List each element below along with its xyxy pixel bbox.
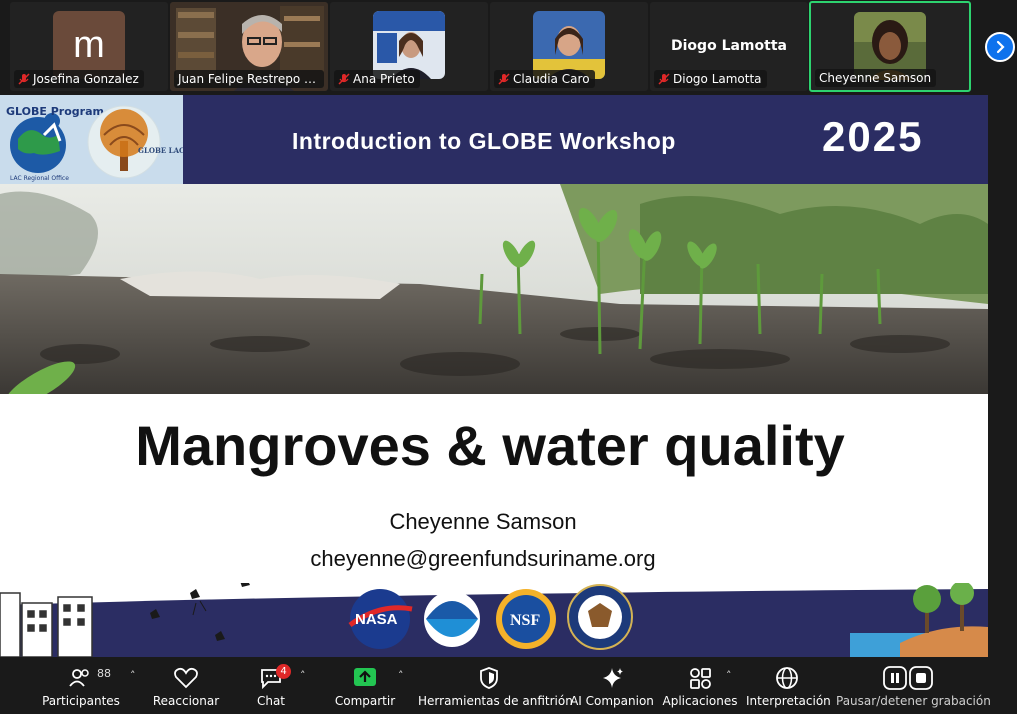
participant-name: Cheyenne Samson bbox=[819, 71, 932, 85]
record-control-button[interactable]: Pausar/detener grabación bbox=[836, 657, 991, 714]
apps-caret[interactable]: ˄ bbox=[726, 669, 732, 682]
share-caret[interactable]: ˄ bbox=[398, 669, 404, 682]
participant-namebar: Diogo Lamotta bbox=[654, 70, 767, 88]
city-illustration bbox=[0, 592, 93, 657]
participant-video bbox=[533, 11, 605, 79]
globe-program-logo: GLOBE Program LAC Regional Office GLOBE … bbox=[6, 105, 185, 182]
apps-button[interactable]: Aplicaciones bbox=[662, 657, 738, 714]
slide-email: cheyenne@greenfundsuriname.org bbox=[310, 546, 656, 571]
participant-tile-active[interactable]: Cheyenne Samson bbox=[809, 1, 971, 92]
slide-author: Cheyenne Samson bbox=[389, 509, 577, 534]
muted-mic-icon bbox=[338, 73, 350, 85]
react-label: Reaccionar bbox=[152, 694, 220, 708]
interpretation-label: Interpretación bbox=[746, 694, 831, 708]
next-page-button[interactable] bbox=[985, 32, 1015, 62]
chat-caret[interactable]: ˄ bbox=[300, 669, 306, 682]
chat-badge: 4 bbox=[276, 664, 291, 679]
participant-name: Ana Prieto bbox=[353, 72, 415, 86]
shield-icon bbox=[480, 667, 498, 689]
share-screen-icon bbox=[354, 668, 376, 686]
apps-icon bbox=[690, 668, 711, 689]
participants-button[interactable]: 88 Participantes bbox=[40, 657, 122, 714]
slide-header: GLOBE Program LAC Regional Office GLOBE … bbox=[0, 95, 988, 184]
host-tools-label: Herramientas de anfitrión bbox=[418, 694, 573, 708]
muted-mic-icon bbox=[658, 73, 670, 85]
meeting-toolbar: 88 Participantes ˄ Reaccionar 4 Chat ˄ C… bbox=[0, 657, 1017, 714]
shared-slide: GLOBE Program LAC Regional Office GLOBE … bbox=[0, 95, 988, 657]
participant-tile[interactable]: Diogo Lamotta Diogo Lamotta bbox=[650, 2, 808, 91]
state-department-seal bbox=[567, 584, 633, 650]
slide-main-title: Mangroves & water quality bbox=[135, 414, 845, 477]
participant-name: Josefina Gonzalez bbox=[33, 72, 139, 86]
share-label: Compartir bbox=[334, 694, 396, 708]
slide-header-title: Introduction to GLOBE Workshop bbox=[292, 128, 676, 154]
participant-namebar: Claudia Caro bbox=[494, 70, 595, 88]
participant-namebar: Cheyenne Samson bbox=[815, 69, 937, 87]
participant-namebar: Ana Prieto bbox=[334, 70, 420, 88]
participant-name: Juan Felipe Restrepo Me... bbox=[178, 72, 324, 86]
participant-tile[interactable]: m Josefina Gonzalez bbox=[10, 2, 168, 91]
apps-label: Aplicaciones bbox=[662, 694, 738, 708]
sparkle-icon bbox=[603, 668, 623, 688]
ai-companion-button[interactable]: AI Companion bbox=[570, 657, 654, 714]
muted-mic-icon bbox=[498, 73, 510, 85]
participant-strip: m Josefina Gonzalez Juan Felipe Restrepo… bbox=[0, 0, 1017, 95]
svg-text:LAC Regional Office: LAC Regional Office bbox=[10, 175, 69, 182]
participants-caret[interactable]: ˄ bbox=[130, 669, 136, 682]
participant-namebar: Juan Felipe Restrepo Me... bbox=[174, 70, 324, 88]
participant-display-name: Diogo Lamotta bbox=[671, 38, 787, 54]
chat-button[interactable]: 4 Chat bbox=[246, 657, 296, 714]
participants-count: 88 bbox=[97, 667, 111, 680]
mangrove-photo bbox=[0, 184, 988, 394]
participant-tile[interactable]: Claudia Caro bbox=[490, 2, 648, 91]
participant-avatar: m bbox=[53, 11, 125, 79]
heart-icon bbox=[174, 667, 198, 689]
participants-icon bbox=[69, 669, 89, 687]
pause-stop-icon bbox=[883, 666, 933, 690]
muted-mic-icon bbox=[18, 73, 30, 85]
logo-panel: GLOBE Program LAC Regional Office GLOBE … bbox=[0, 95, 185, 184]
react-button[interactable]: Reaccionar bbox=[150, 657, 222, 714]
chat-label: Chat bbox=[256, 694, 286, 708]
slide-footer: NASA NSF bbox=[0, 583, 988, 657]
participants-label: Participantes bbox=[42, 694, 120, 708]
record-control-label: Pausar/detener grabación bbox=[836, 694, 991, 708]
globe-icon bbox=[776, 667, 798, 689]
svg-text:NASA: NASA bbox=[355, 611, 398, 628]
participant-name: Claudia Caro bbox=[513, 72, 590, 86]
participant-name: Diogo Lamotta bbox=[673, 72, 762, 86]
svg-text:NSF: NSF bbox=[510, 612, 540, 629]
participant-tile[interactable]: Juan Felipe Restrepo Me... bbox=[170, 2, 328, 91]
interpretation-button[interactable]: Interpretación bbox=[746, 657, 831, 714]
slide-header-year: 2025 bbox=[822, 113, 924, 160]
chevron-right-icon bbox=[996, 40, 1005, 54]
participant-namebar: Josefina Gonzalez bbox=[14, 70, 144, 88]
host-tools-button[interactable]: Herramientas de anfitrión bbox=[418, 657, 573, 714]
share-button[interactable]: Compartir bbox=[330, 657, 400, 714]
nsf-logo: NSF bbox=[496, 589, 556, 649]
participant-video bbox=[373, 11, 445, 79]
ai-companion-label: AI Companion bbox=[570, 694, 654, 708]
participant-tile[interactable]: Ana Prieto bbox=[330, 2, 488, 91]
noaa-logo bbox=[424, 591, 480, 647]
svg-text:GLOBE Program: GLOBE Program bbox=[6, 105, 104, 118]
svg-text:GLOBE LAC: GLOBE LAC bbox=[138, 146, 183, 155]
